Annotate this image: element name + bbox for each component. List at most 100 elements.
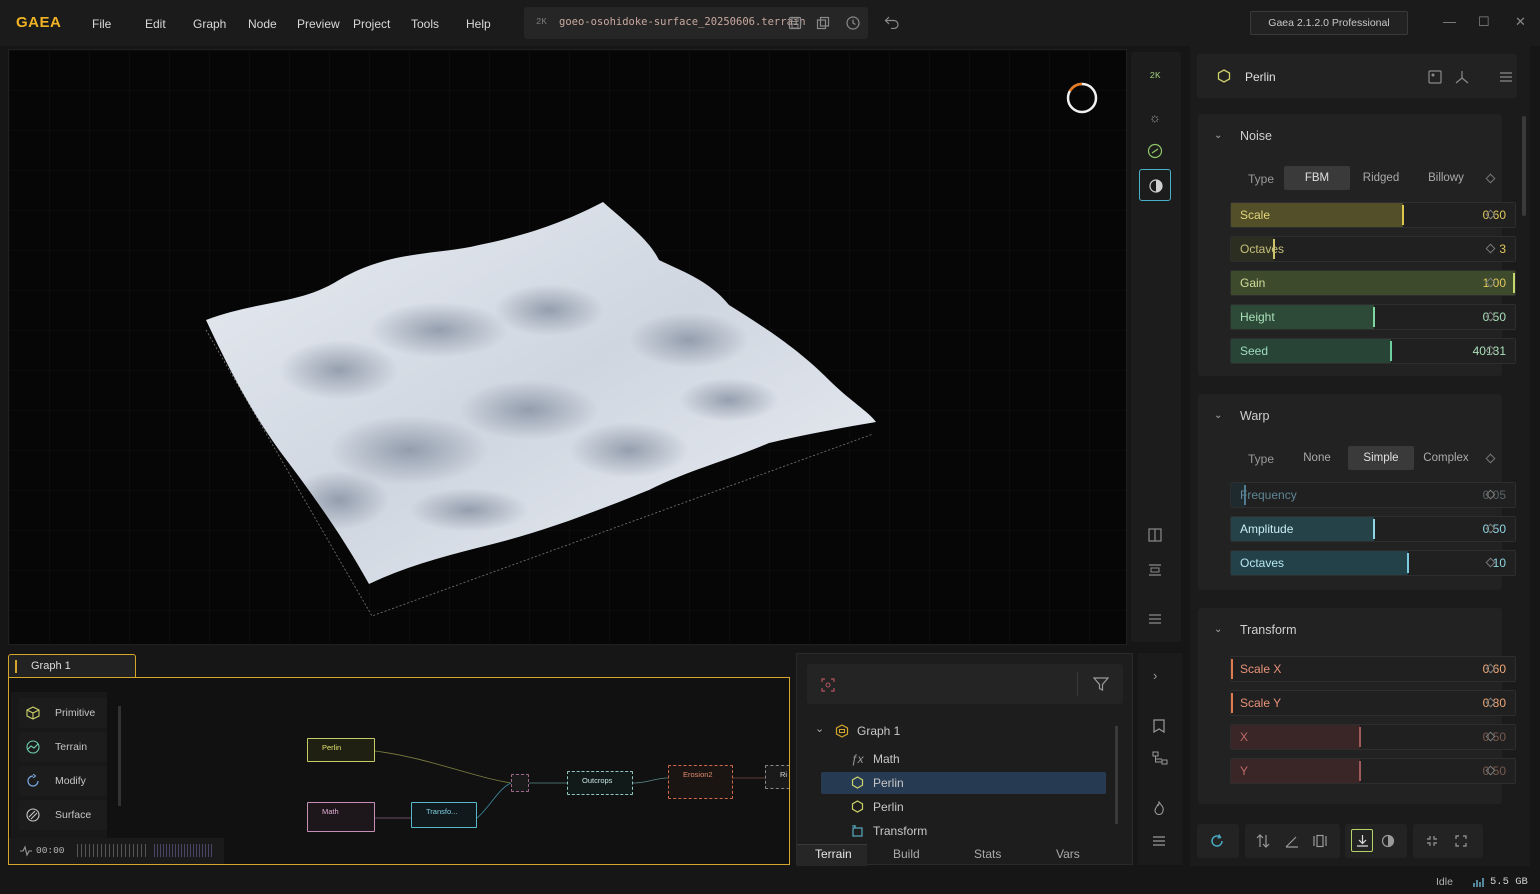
slider-scale-x[interactable]: Scale X 0.60 [1230,656,1516,682]
menu-preview[interactable]: Preview [297,17,340,31]
contrast-icon[interactable] [1381,834,1395,848]
type-none[interactable]: None [1284,446,1350,470]
slider-handle[interactable] [1359,761,1361,781]
graph-node-partial[interactable]: Ri [765,765,789,789]
chevron-down-icon[interactable]: ⌄ [815,722,824,735]
history-icon[interactable] [845,15,861,31]
slider-handle[interactable] [1407,553,1409,573]
terrain-viewport[interactable] [8,49,1127,645]
slider-value[interactable]: 3 [1499,242,1506,256]
slider-handle[interactable] [1390,341,1392,361]
undo-icon[interactable] [884,15,900,29]
slider-octaves[interactable]: Octaves 10 [1230,550,1516,576]
graph-node-combine[interactable] [511,774,529,792]
file-name-box[interactable]: 2K goeo-osohidoke-surface_20250606.terra… [524,7,868,39]
slider-seed[interactable]: Seed 40131 [1230,338,1516,364]
save-icon[interactable] [788,16,802,30]
slider-handle[interactable] [1231,693,1233,713]
slider-x[interactable]: X 0.50 [1230,724,1516,750]
compare-icon[interactable] [1148,528,1162,542]
tree-item-transform[interactable]: Transform [821,820,1106,842]
graph-node-erosion2[interactable]: Erosion2 [668,765,733,799]
hierarchy-icon[interactable] [1152,751,1168,765]
type-complex[interactable]: Complex [1413,446,1479,470]
section-title[interactable]: Transform [1240,623,1297,637]
node-graph[interactable]: Primitive Terrain Modify Surface Perlin … [8,677,790,865]
tab-terrain[interactable]: Terrain [815,847,852,861]
scrollbar[interactable] [1522,116,1526,216]
minimize-icon[interactable]: — [1443,14,1456,29]
slider-octaves[interactable]: Octaves 3 [1230,236,1516,262]
section-title[interactable]: Warp [1240,409,1269,423]
bookmark-icon[interactable] [1152,719,1166,733]
split-icon[interactable] [1313,834,1327,848]
tab-graph[interactable]: Graph 1 [8,654,136,678]
slider-handle[interactable] [1373,519,1375,539]
shading-icon[interactable] [1147,143,1163,159]
graph-node-perlin[interactable]: Perlin [307,738,375,762]
menu-graph[interactable]: Graph [193,17,226,31]
sun-icon[interactable]: ☼ [1139,104,1171,132]
slider-amplitude[interactable]: Amplitude 0.50 [1230,516,1516,542]
refresh-icon[interactable] [1209,833,1225,849]
slider-scale[interactable]: Scale 0.60 [1230,202,1516,228]
type-billowy[interactable]: Billowy [1413,166,1479,190]
tree-item-math[interactable]: ƒx Math [821,748,1106,770]
type-ridged[interactable]: Ridged [1348,166,1414,190]
copy-icon[interactable] [816,16,830,30]
edition-button[interactable]: Gaea 2.1.2.0 Professional [1250,11,1408,35]
chevron-right-icon[interactable]: › [1153,668,1157,683]
graph-node-transform[interactable]: Transfo... [411,802,477,828]
tab-stats[interactable]: Stats [974,847,1001,861]
slider-handle[interactable] [1373,307,1375,327]
view-mode-icon[interactable] [1139,169,1171,201]
bounds-icon[interactable] [1148,563,1162,577]
focus-icon[interactable] [821,678,835,692]
maximize-icon[interactable]: ☐ [1478,14,1490,30]
chevron-down-icon[interactable]: ⌄ [1214,410,1222,421]
keyframe-icon[interactable] [1485,453,1496,464]
chevron-down-icon[interactable]: ⌄ [1214,624,1222,635]
slider-y[interactable]: Y 0.50 [1230,758,1516,784]
slider-height[interactable]: Height 0.50 [1230,304,1516,330]
expand-icon[interactable] [1455,835,1467,847]
tree-scrollbar[interactable] [1115,726,1118,824]
slider-handle[interactable] [1359,727,1361,747]
slider-handle[interactable] [1231,659,1233,679]
menu-edit[interactable]: Edit [145,17,166,31]
fire-icon[interactable] [1153,801,1165,815]
flip-icon[interactable] [1256,834,1270,848]
keyframe-icon[interactable] [1485,173,1496,184]
collapse-icon[interactable] [1426,835,1438,847]
menu-project[interactable]: Project [353,17,390,31]
menu-file[interactable]: File [92,17,111,31]
angle-icon[interactable] [1285,834,1299,848]
tab-vars[interactable]: Vars [1056,847,1080,861]
menu-node[interactable]: Node [248,17,277,31]
slider-gain[interactable]: Gain 1.00 [1230,270,1516,296]
slider-scale-y[interactable]: Scale Y 0.80 [1230,690,1516,716]
chevron-down-icon[interactable]: ⌄ [1214,130,1222,141]
type-simple[interactable]: Simple [1348,446,1414,470]
list-icon[interactable] [1152,835,1166,847]
resolution-icon[interactable]: 2K [1139,62,1171,90]
tree-item-perlin-selected[interactable]: Perlin [821,772,1106,794]
node-name[interactable]: Perlin [1245,70,1276,84]
panel-menu-icon[interactable] [1499,71,1513,83]
graph-node-math[interactable]: Math [307,802,375,832]
type-fbm[interactable]: FBM [1284,166,1350,190]
tree-root[interactable]: ⌄ Graph 1 [815,720,1106,742]
menu-icon[interactable] [1148,613,1162,625]
graph-node-outcrops[interactable]: Outcrops [567,771,633,795]
slider-handle[interactable] [1402,205,1404,225]
slider-frequency[interactable]: Frequency 0.05 [1230,482,1516,508]
filter-icon[interactable] [1093,676,1109,692]
menu-tools[interactable]: Tools [411,17,439,31]
download-icon[interactable] [1351,829,1373,852]
tree-item-perlin[interactable]: Perlin [821,796,1106,818]
tab-build[interactable]: Build [893,847,920,861]
axis-icon[interactable] [1454,69,1470,85]
tree-search-bar[interactable] [807,664,1123,704]
menu-help[interactable]: Help [466,17,491,31]
timeline-bar[interactable]: 00:00 [9,838,224,864]
